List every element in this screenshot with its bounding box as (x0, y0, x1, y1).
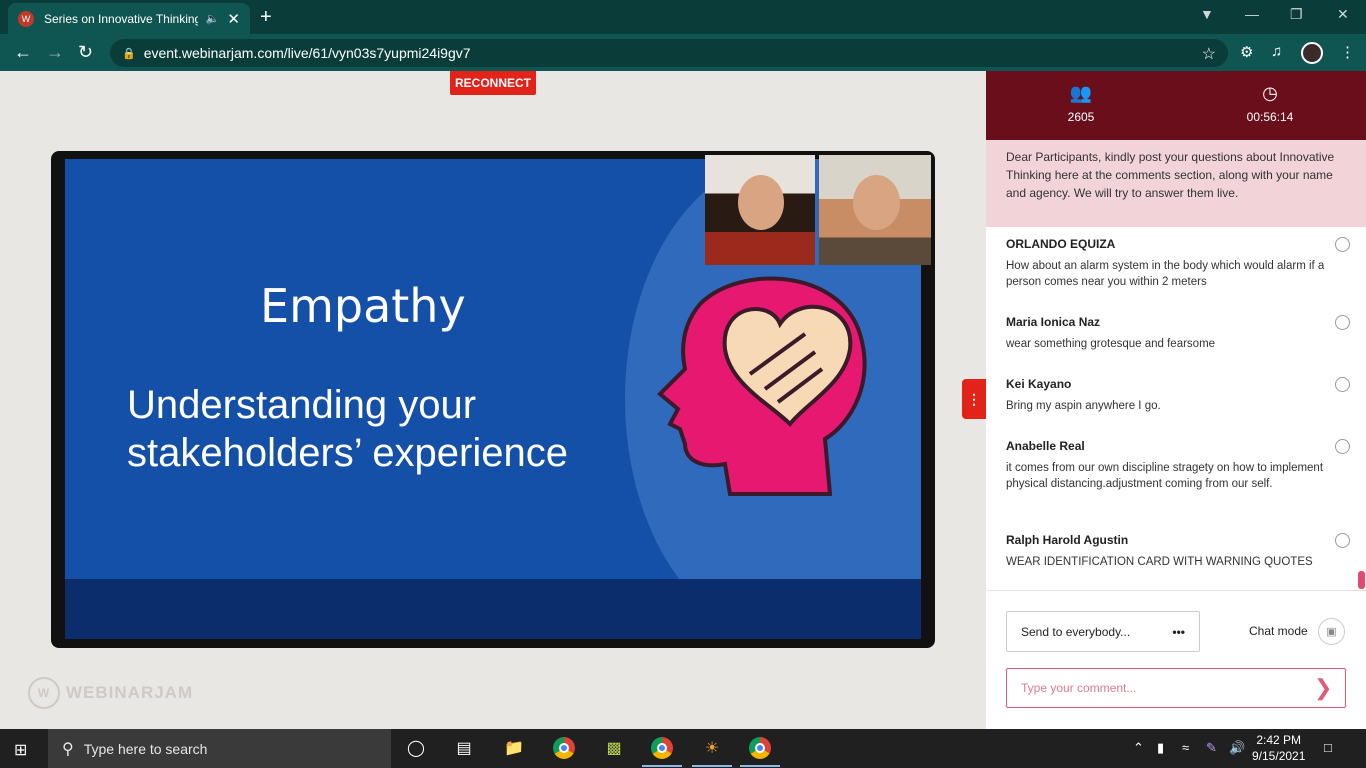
comment-item: ORLANDO EQUIZA How about an alarm system… (1006, 237, 1350, 290)
clock-date: 9/15/2021 (1252, 749, 1306, 763)
slide-title: Empathy (260, 279, 466, 333)
tab-title: Series on Innovative Thinking (44, 11, 198, 26)
more-options-icon: ••• (1172, 624, 1185, 639)
wifi-icon[interactable]: ≈ (1182, 740, 1189, 755)
comment-text: How about an alarm system in the body wh… (1006, 260, 1325, 288)
close-tab-icon[interactable]: ✕ (227, 10, 240, 28)
app-sun-icon[interactable]: ☀ (692, 737, 732, 767)
comment-text: Bring my aspin anywhere I go. (1006, 400, 1161, 412)
media-control-icon[interactable]: ♫ (1271, 43, 1282, 60)
bookmark-star-icon[interactable]: ☆ (1202, 44, 1216, 64)
notifications-icon[interactable]: □ (1324, 740, 1332, 755)
comment-select-radio[interactable] (1335, 377, 1350, 392)
clock-icon: ◷ (1262, 83, 1278, 103)
elapsed-time: 00:56:14 (1246, 110, 1294, 124)
chrome-window-icon[interactable] (740, 737, 780, 767)
close-window-button[interactable]: ✕ (1337, 6, 1349, 23)
back-button[interactable]: ← (14, 42, 32, 63)
comment-item: Kei Kayano Bring my aspin anywhere I go. (1006, 377, 1350, 414)
restore-button[interactable]: ❐ (1290, 6, 1303, 23)
browser-tab-bar: W Series on Innovative Thinking 🔈 ✕ + ▼ … (0, 0, 1366, 34)
windows-taskbar: ⊞ ⚲ Type here to search ◯ ▤ 📁 ▩ ☀ ⌃ ▮ ≈ … (0, 729, 1366, 768)
windows-start-icon[interactable]: ⊞ (14, 740, 27, 760)
reconnect-button[interactable]: RECONNECT (450, 71, 536, 95)
webinarjam-logo-icon: W (28, 677, 60, 709)
notes-app-icon[interactable]: ▩ (602, 737, 626, 759)
comment-author: Anabelle Real (1006, 439, 1085, 453)
cortana-icon[interactable]: ◯ (404, 737, 428, 759)
comment-item: Ralph Harold Agustin WEAR IDENTIFICATION… (1006, 533, 1350, 570)
chrome-menu-icon[interactable]: ⋮ (1340, 43, 1355, 61)
chat-mode-icon[interactable]: ▣ (1318, 618, 1345, 645)
slide-subtitle: Understanding your stakeholders’ experie… (127, 383, 568, 475)
system-clock[interactable]: 2:42 PM 9/15/2021 (1252, 732, 1305, 764)
profile-avatar[interactable] (1301, 42, 1323, 64)
url-text: event.webinarjam.com/live/61/vyn03s7yupm… (143, 45, 471, 61)
comment-author: Maria Ionica Naz (1006, 315, 1101, 329)
tab-search-icon[interactable]: ▼ (1200, 6, 1214, 22)
comment-list: ORLANDO EQUIZA How about an alarm system… (986, 231, 1366, 591)
comment-select-radio[interactable] (1335, 315, 1350, 330)
presentation-video: Empathy Understanding your stakeholders’… (51, 151, 935, 648)
search-icon: ⚲ (62, 740, 74, 758)
presenter-camera-2 (819, 155, 931, 265)
pen-workspace-icon[interactable]: ✎ (1206, 740, 1217, 756)
stats-header: 👥 2605 ◷ 00:56:14 (986, 71, 1366, 140)
comment-author: ORLANDO EQUIZA (1006, 237, 1116, 251)
attendees-icon: 👥 (1069, 83, 1093, 103)
browser-tab[interactable]: W Series on Innovative Thinking 🔈 ✕ (8, 3, 250, 34)
omnibox[interactable]: 🔒 event.webinarjam.com/live/61/vyn03s7yu… (110, 39, 1228, 67)
brand-text: WEBINARJAM (66, 683, 194, 702)
comment-text: it comes from our own discipline straget… (1006, 462, 1324, 490)
webinarjam-favicon-icon: W (18, 10, 34, 27)
pinned-notice: Dear Participants, kindly post your ques… (986, 140, 1366, 227)
forward-button[interactable]: → (46, 42, 64, 63)
comment-author: Ralph Harold Agustin (1006, 533, 1129, 547)
presenter-face (738, 174, 785, 230)
send-to-label: Send to everybody... (1021, 624, 1131, 639)
attendee-count: 2605 (1067, 110, 1095, 124)
clock-time: 2:42 PM (1256, 733, 1302, 747)
comment-item: Maria Ionica Naz wear something grotesqu… (1006, 315, 1350, 352)
attendee-stat: 👥 2605 (1021, 83, 1141, 124)
sidebar-toggle-button[interactable]: ⋮ (962, 379, 986, 419)
webinar-stage: RECONNECT Empathy Understanding your sta… (0, 71, 986, 729)
volume-icon[interactable]: 🔊 (1229, 740, 1245, 756)
time-stat: ◷ 00:56:14 (1210, 83, 1330, 124)
send-to-dropdown[interactable]: Send to everybody... ••• (1006, 611, 1200, 652)
divider (986, 590, 1366, 591)
lock-icon: 🔒 (122, 47, 136, 60)
battery-icon[interactable]: ▮ (1157, 740, 1164, 756)
comment-select-radio[interactable] (1335, 533, 1350, 548)
slide-footer-band (65, 579, 921, 639)
task-view-icon[interactable]: ▤ (452, 737, 476, 759)
file-explorer-icon[interactable]: 📁 (502, 737, 526, 759)
new-tab-button[interactable]: + (260, 6, 272, 29)
comment-text: wear something grotesque and fearsome (1006, 338, 1216, 350)
chrome-icon[interactable] (552, 737, 576, 759)
comment-select-radio[interactable] (1335, 237, 1350, 252)
comment-item: Anabelle Real it comes from our own disc… (1006, 439, 1350, 492)
minimize-button[interactable]: — (1245, 6, 1259, 22)
extensions-icon[interactable]: ⚙ (1240, 43, 1253, 61)
comment-input[interactable] (1006, 668, 1346, 708)
comment-author: Kei Kayano (1006, 377, 1072, 391)
chat-sidebar: 👥 2605 ◷ 00:56:14 Dear Participants, kin… (986, 71, 1366, 729)
send-comment-icon[interactable]: ❯ (1314, 675, 1332, 701)
show-hidden-icons-icon[interactable]: ⌃ (1133, 740, 1144, 756)
reload-button[interactable]: ↻ (78, 42, 93, 63)
comment-scrollbar[interactable] (1358, 571, 1365, 589)
presenter-face (852, 174, 900, 230)
chat-mode-label: Chat mode (1249, 624, 1308, 638)
taskbar-search-box[interactable]: ⚲ Type here to search (48, 729, 391, 768)
audio-playing-icon[interactable]: 🔈 (206, 12, 220, 25)
chrome-window-icon[interactable] (642, 737, 682, 767)
address-toolbar: ← → ↻ 🔒 event.webinarjam.com/live/61/vyn… (0, 34, 1366, 71)
presenter-camera-1 (705, 155, 815, 265)
empathy-head-icon (657, 276, 867, 496)
search-placeholder: Type here to search (83, 740, 208, 757)
comment-select-radio[interactable] (1335, 439, 1350, 454)
webinarjam-watermark: W WEBINARJAM (28, 677, 193, 709)
comment-text: WEAR IDENTIFICATION CARD WITH WARNING QU… (1006, 556, 1313, 568)
